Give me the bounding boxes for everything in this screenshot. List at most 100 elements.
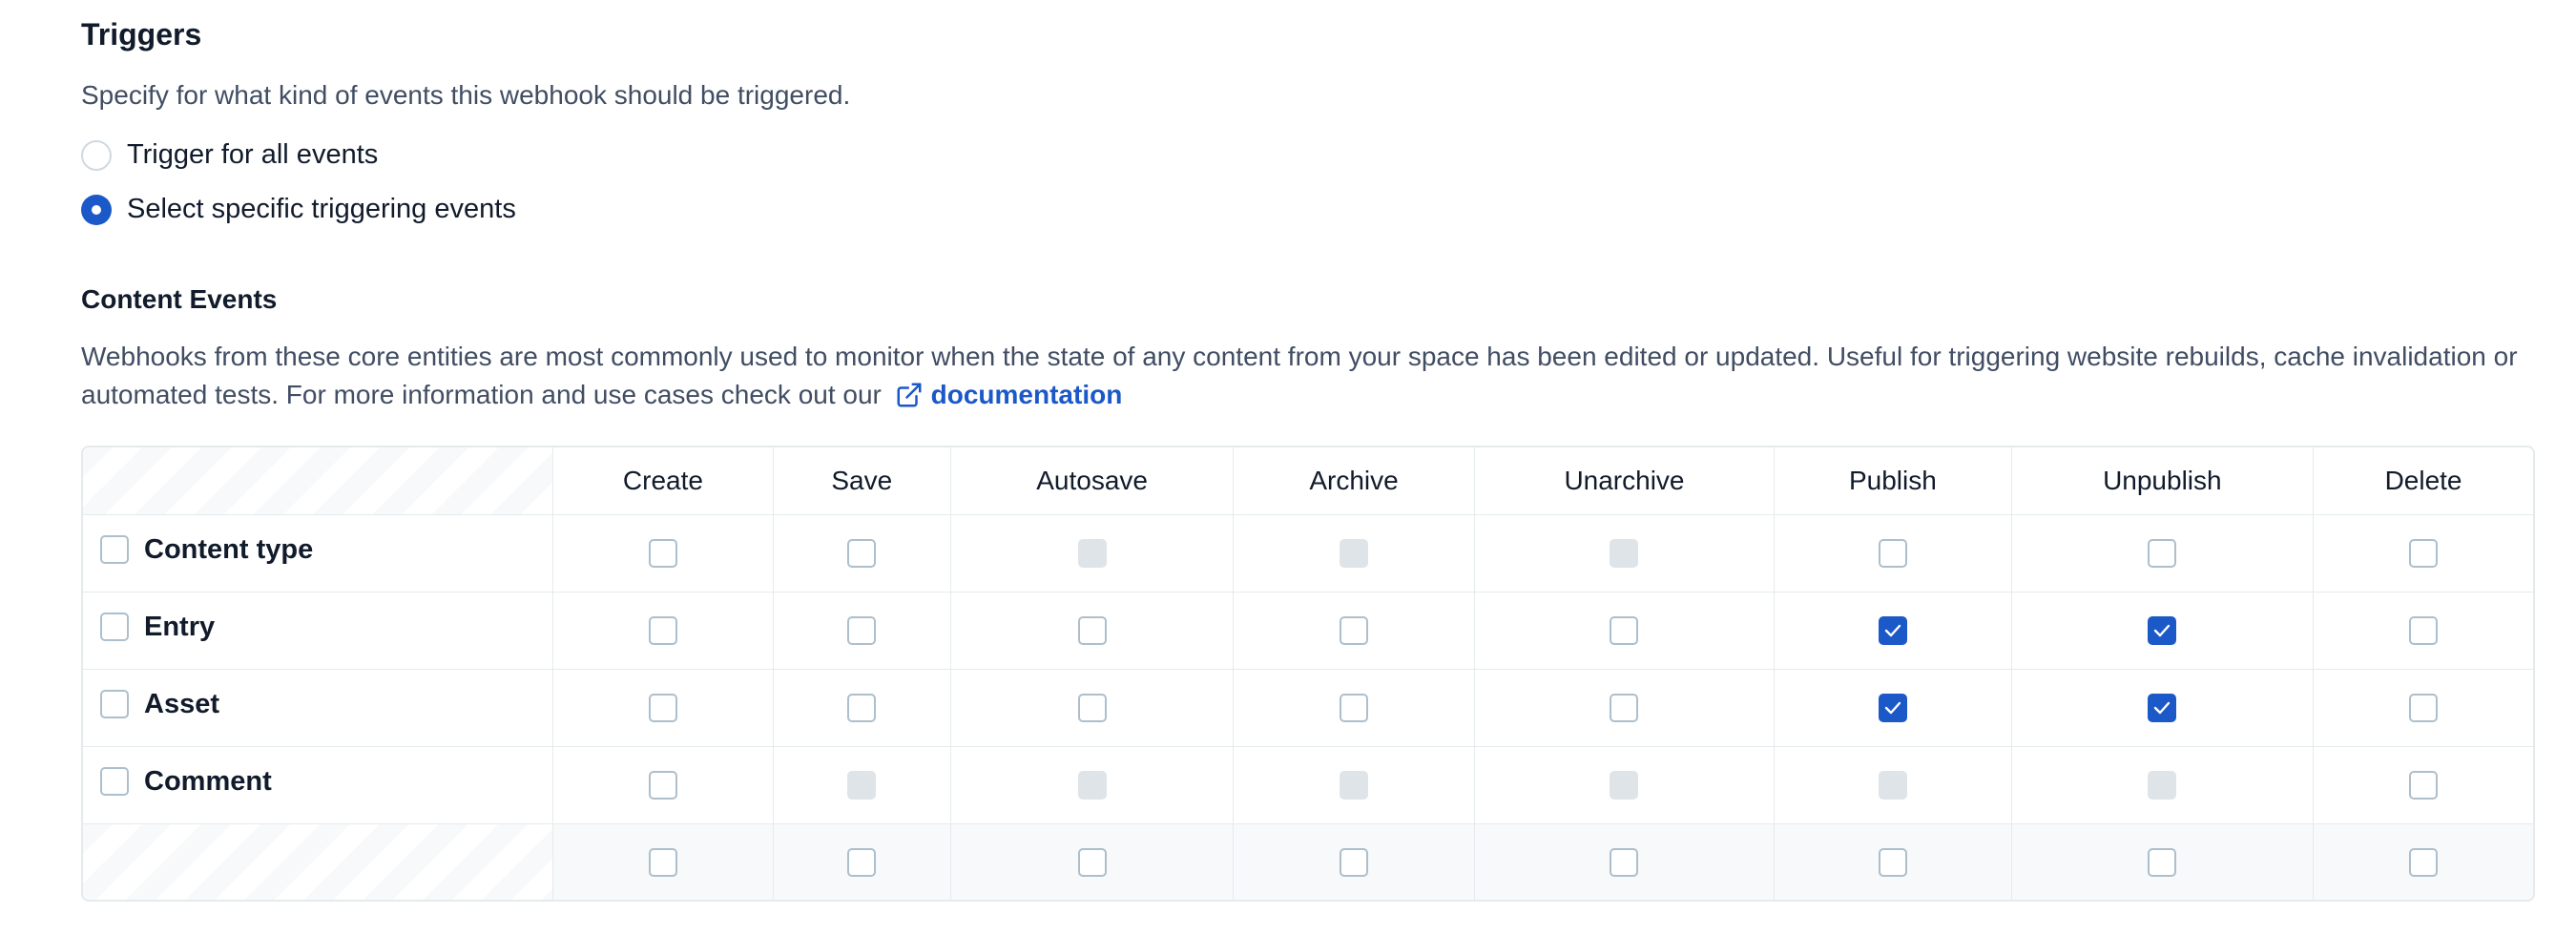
event-checkbox-publish[interactable]: [1878, 693, 1907, 722]
table-cell: [2010, 513, 2315, 592]
table-cell: [2010, 745, 2315, 824]
row-label-cell: Comment: [83, 745, 554, 824]
event-checkbox-create[interactable]: [648, 538, 677, 568]
row-select-all[interactable]: Content type: [100, 534, 313, 566]
table-cell: [949, 745, 1235, 824]
event-checkbox-publish[interactable]: [1878, 538, 1907, 568]
table-cell: [1473, 591, 1776, 670]
column-header-archive: Archive: [1233, 447, 1475, 515]
content-events-title: Content Events: [81, 284, 278, 314]
row-label-cell: Asset: [83, 668, 554, 747]
event-checkbox-unpublish[interactable]: [2148, 615, 2177, 645]
table-cell: [1233, 591, 1475, 670]
row-label-cell: Entry: [83, 591, 554, 670]
header-corner-cell: [83, 447, 554, 515]
external-link-icon: [897, 383, 922, 407]
event-checkbox-create[interactable]: [648, 770, 677, 800]
table-cell: [2313, 591, 2533, 670]
row-checkbox[interactable]: [100, 535, 129, 565]
event-checkbox-unarchive[interactable]: [1610, 693, 1639, 722]
table-cell: [1774, 745, 2012, 824]
row-checkbox[interactable]: [100, 690, 129, 719]
event-checkbox-delete[interactable]: [2409, 538, 2439, 568]
event-checkbox-autosave[interactable]: [1077, 615, 1107, 645]
column-header-unpublish: Unpublish: [2010, 447, 2315, 515]
content-events-description-text: Webhooks from these core entities are mo…: [81, 342, 2518, 409]
row-select-all[interactable]: Entry: [100, 612, 215, 643]
table-cell: [772, 668, 951, 747]
event-checkbox-autosave[interactable]: [1077, 693, 1107, 722]
table-cell: [2313, 745, 2533, 824]
row-checkbox[interactable]: [100, 613, 129, 642]
event-checkbox-save[interactable]: [847, 615, 877, 645]
radio-label: Select specific triggering events: [127, 194, 516, 224]
documentation-link-label: documentation: [930, 380, 1123, 409]
event-checkbox-archive[interactable]: [1340, 693, 1369, 722]
table-cell: [1233, 668, 1475, 747]
content-events-description: Webhooks from these core entities are mo…: [81, 338, 2543, 414]
check-icon: [2154, 624, 2171, 636]
event-checkbox-unarchive[interactable]: [1610, 615, 1639, 645]
event-checkbox-archive: [1340, 538, 1369, 568]
column-select-checkbox-delete[interactable]: [2409, 847, 2439, 877]
table-cell: [1774, 668, 2012, 747]
event-checkbox-archive[interactable]: [1340, 615, 1369, 645]
radio-label: Trigger for all events: [127, 139, 379, 170]
table-row: Content type: [83, 513, 2533, 592]
footer-cell: [2313, 822, 2533, 900]
table-row: Comment: [83, 745, 2533, 824]
event-checkbox-unarchive: [1610, 538, 1639, 568]
column-header-autosave: Autosave: [949, 447, 1235, 515]
column-select-checkbox-save[interactable]: [847, 847, 877, 877]
table-cell: [1233, 513, 1475, 592]
event-checkbox-unpublish[interactable]: [2148, 538, 2177, 568]
triggers-title: Triggers: [81, 17, 202, 52]
column-select-checkbox-create[interactable]: [648, 847, 677, 877]
table-cell: [1473, 745, 1776, 824]
column-select-checkbox-publish[interactable]: [1878, 847, 1907, 877]
row-label: Entry: [144, 611, 216, 642]
footer-cell: [552, 822, 774, 900]
event-checkbox-save[interactable]: [847, 538, 877, 568]
radio-button-selected[interactable]: [81, 194, 112, 225]
table-cell: [772, 591, 951, 670]
event-checkbox-save[interactable]: [847, 693, 877, 722]
row-checkbox[interactable]: [100, 767, 129, 797]
event-checkbox-create[interactable]: [648, 615, 677, 645]
radio-select-specific-events[interactable]: Select specific triggering events: [81, 194, 516, 225]
event-checkbox-unpublish[interactable]: [2148, 693, 2177, 722]
event-checkbox-publish[interactable]: [1878, 615, 1907, 645]
column-select-checkbox-unpublish[interactable]: [2148, 847, 2177, 877]
table-cell: [2313, 668, 2533, 747]
table-cell: [552, 591, 774, 670]
row-select-all[interactable]: Comment: [100, 766, 272, 798]
table-cell: [1473, 513, 1776, 592]
table-cell: [552, 745, 774, 824]
event-checkbox-create[interactable]: [648, 693, 677, 722]
footer-cell: [1774, 822, 2012, 900]
column-select-checkbox-unarchive[interactable]: [1610, 847, 1639, 877]
radio-button-unselected[interactable]: [81, 139, 112, 171]
event-checkbox-delete[interactable]: [2409, 615, 2439, 645]
row-label: Content type: [144, 533, 314, 565]
footer-cell: [1473, 822, 1776, 900]
select-column-row: [83, 822, 2533, 900]
footer-cell: [1233, 822, 1475, 900]
table-cell: [949, 591, 1235, 670]
table-cell: [772, 513, 951, 592]
column-select-checkbox-autosave[interactable]: [1077, 847, 1107, 877]
column-select-checkbox-archive[interactable]: [1340, 847, 1369, 877]
documentation-link[interactable]: documentation: [889, 380, 1123, 409]
radio-trigger-all-events[interactable]: Trigger for all events: [81, 139, 378, 171]
row-select-all[interactable]: Asset: [100, 689, 219, 720]
event-checkbox-delete[interactable]: [2409, 693, 2439, 722]
row-label-cell: Content type: [83, 513, 554, 592]
event-checkbox-autosave: [1077, 770, 1107, 800]
table-cell: [2010, 668, 2315, 747]
table-cell: [552, 513, 774, 592]
event-checkbox-save: [847, 770, 877, 800]
table-cell: [2313, 513, 2533, 592]
event-checkbox-unarchive: [1610, 770, 1639, 800]
event-checkbox-delete[interactable]: [2409, 770, 2439, 800]
column-header-create: Create: [552, 447, 774, 515]
